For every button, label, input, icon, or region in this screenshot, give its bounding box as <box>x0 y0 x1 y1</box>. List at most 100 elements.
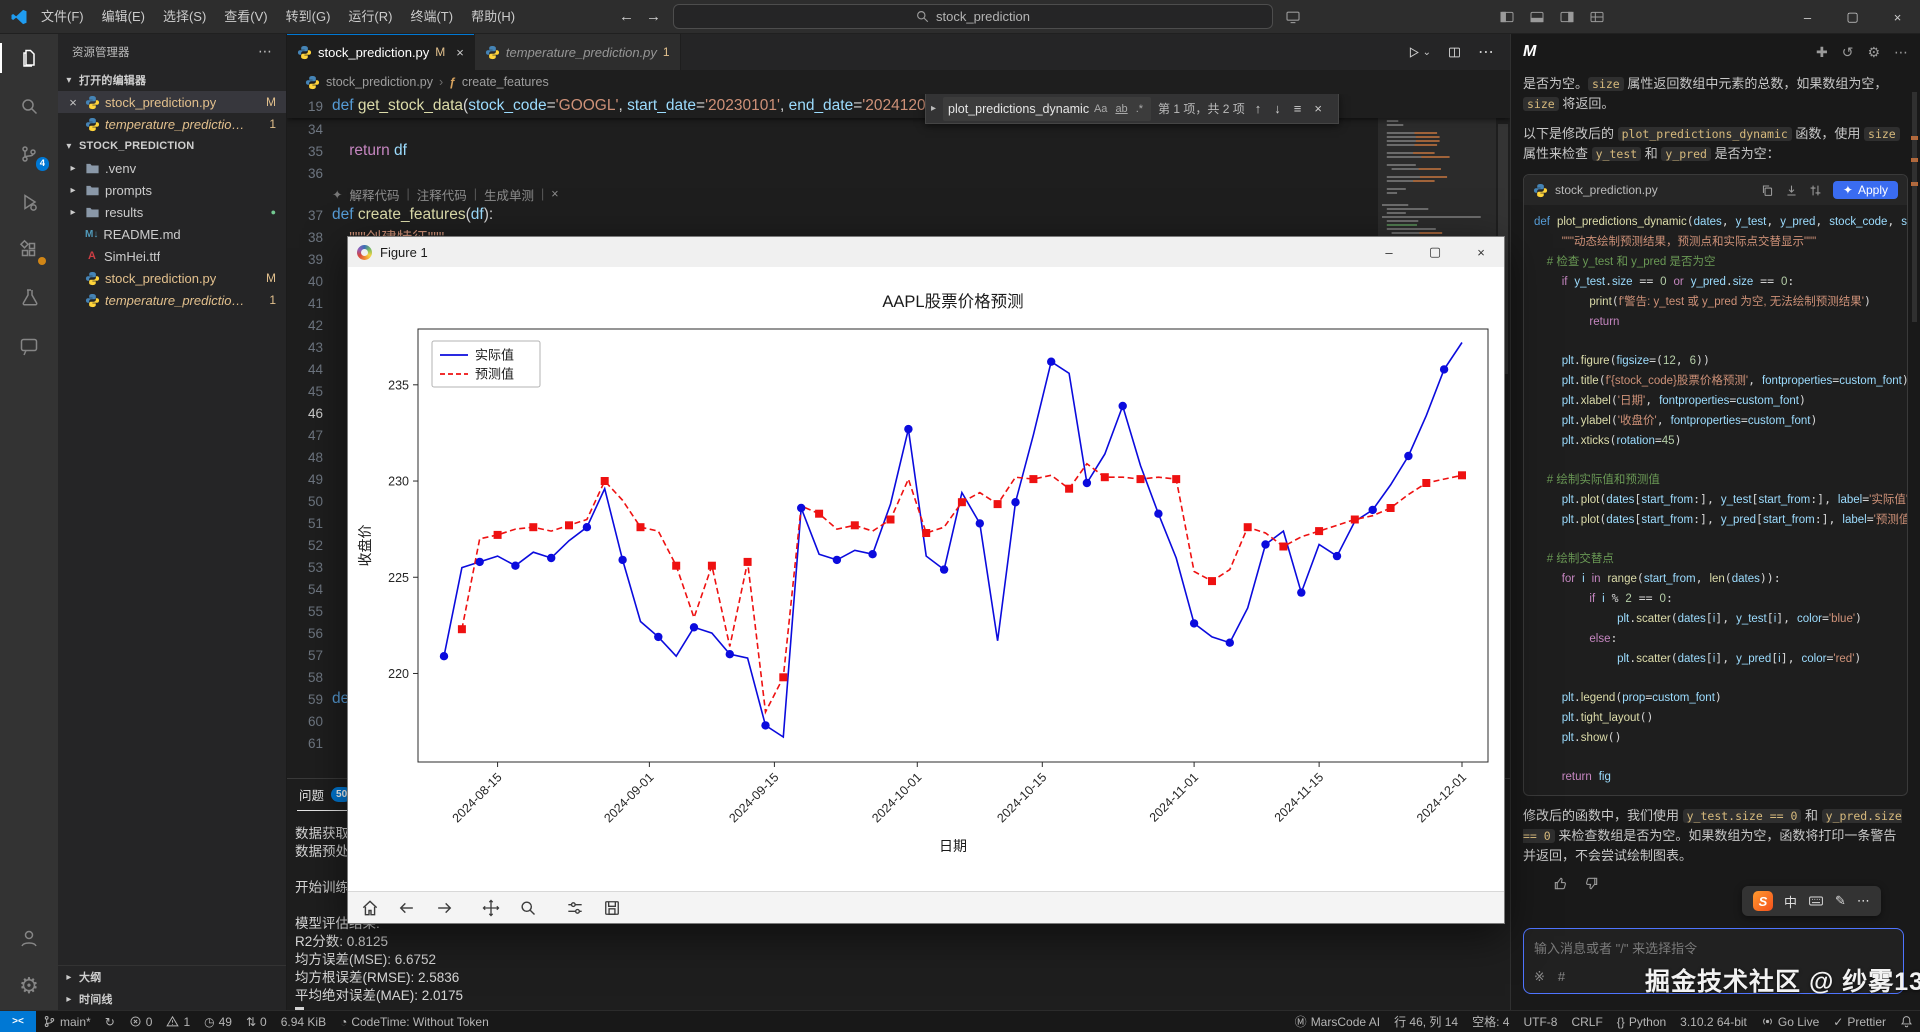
save-icon[interactable] <box>602 898 622 918</box>
forward-icon[interactable] <box>434 898 454 918</box>
back-icon[interactable] <box>397 898 417 918</box>
toggle-panel-icon[interactable] <box>1529 9 1545 25</box>
find-next-icon[interactable]: ↓ <box>1271 101 1284 116</box>
status-ports[interactable]: ⇅0 <box>239 1011 274 1032</box>
status-warnings[interactable]: 1 <box>159 1011 197 1032</box>
sidebar-item-search[interactable] <box>0 82 58 130</box>
sidebar-item-run-debug[interactable] <box>0 178 58 226</box>
account-button[interactable] <box>0 914 58 962</box>
toggle-secondary-sidebar-icon[interactable] <box>1559 9 1575 25</box>
toggle-replace-icon[interactable]: ▸ <box>931 103 936 114</box>
status-git-sync[interactable]: ↻ <box>98 1011 122 1032</box>
figure-minimize-icon[interactable]: – <box>1366 237 1412 267</box>
menu-文件[interactable]: 文件(F) <box>32 0 93 34</box>
sidebar-item-extensions[interactable] <box>0 226 58 274</box>
apply-button[interactable]: ✦Apply <box>1833 181 1898 199</box>
code-line[interactable]: 37def create_features(df): <box>287 204 1510 226</box>
code-line[interactable]: 35 return df <box>287 140 1510 162</box>
tree-item-README.md[interactable]: M↓README.md <box>58 223 286 245</box>
panel-tab-problems[interactable]: 问题 50 <box>297 779 354 811</box>
keyboard-icon[interactable] <box>1808 893 1824 909</box>
status-python-interpreter[interactable]: 3.10.2 64-bit <box>1673 1011 1754 1032</box>
command-center-search[interactable]: stock_prediction <box>673 4 1273 29</box>
whole-word-icon[interactable]: ab <box>1112 103 1130 115</box>
tree-item-.venv[interactable]: ▸.venv <box>58 157 286 179</box>
new-chat-icon[interactable]: ✚ <box>1816 44 1828 61</box>
tab-stock_prediction.py[interactable]: stock_prediction.pyM× <box>287 34 475 70</box>
ime-lang-chinese[interactable]: 中 <box>1784 892 1797 911</box>
home-icon[interactable] <box>360 898 380 918</box>
status-cursor-position[interactable]: 行 46, 列 14 <box>1387 1011 1465 1032</box>
sidebar-section-时间线[interactable]: ▸时间线 <box>58 988 286 1010</box>
editor-more-icon[interactable]: ⋯ <box>1478 42 1494 62</box>
tree-item-stock_prediction.py[interactable]: stock_prediction.pyM <box>58 267 286 289</box>
history-icon[interactable]: ↺ <box>1842 44 1854 61</box>
chart[interactable]: AAPL股票价格预测2202252302352024-08-152024-09-… <box>348 267 1504 891</box>
find-close-icon[interactable]: × <box>1311 101 1325 116</box>
menu-运行[interactable]: 运行(R) <box>339 0 401 34</box>
figure-canvas[interactable]: AAPL股票价格预测2202252302352024-08-152024-09-… <box>348 267 1504 891</box>
pan-icon[interactable] <box>481 898 501 918</box>
skill-icon[interactable]: ※ <box>1534 969 1545 985</box>
thumbs-up-icon[interactable] <box>1553 876 1568 891</box>
context-icon[interactable]: # <box>1558 969 1565 985</box>
tree-item-prompts[interactable]: ▸prompts <box>58 179 286 201</box>
sidebar-item-source-control[interactable]: 4 <box>0 130 58 178</box>
regex-icon[interactable]: .* <box>1133 103 1146 115</box>
ime-more-icon[interactable]: ⋯ <box>1857 893 1870 909</box>
status-remote-indicator[interactable]: >< <box>0 1011 36 1032</box>
find-input[interactable]: plot_predictions_dynamic Aa ab .* <box>943 97 1151 121</box>
tree-item-temperature_prediction.py[interactable]: temperature_prediction.py1 <box>58 289 286 311</box>
figure-close-icon[interactable]: × <box>1458 237 1504 267</box>
close-icon[interactable]: × <box>456 45 464 60</box>
codelens-close-icon[interactable]: × <box>551 187 558 201</box>
diff-icon[interactable] <box>1809 184 1822 197</box>
breadcrumb-file[interactable]: stock_prediction.py <box>326 75 433 89</box>
tree-item-results[interactable]: ▸results● <box>58 201 286 223</box>
toggle-sidebar-icon[interactable] <box>1499 9 1515 25</box>
remote-window-icon[interactable] <box>1285 9 1301 25</box>
codelens-link[interactable]: 注释代码 <box>417 185 467 204</box>
status-git-branch[interactable]: main* <box>36 1011 98 1032</box>
figure-titlebar[interactable]: Figure 1 – ▢ × <box>348 237 1504 267</box>
thumbs-down-icon[interactable] <box>1584 876 1599 891</box>
tab-temperature_prediction.py[interactable]: temperature_prediction.py1 <box>475 34 681 70</box>
status-go-live[interactable]: Go Live <box>1754 1011 1826 1032</box>
history-forward-icon[interactable]: → <box>646 8 661 25</box>
breadcrumb-symbol[interactable]: create_features <box>462 75 549 89</box>
find-prev-icon[interactable]: ↑ <box>1252 101 1265 116</box>
more-actions-icon[interactable]: ⋯ <box>258 43 272 60</box>
status-errors[interactable]: 0 <box>122 1011 160 1032</box>
run-button[interactable]: ⌄ <box>1406 45 1431 60</box>
status-time-counter[interactable]: ◷49 <box>197 1011 239 1032</box>
find-in-selection-icon[interactable]: ≡ <box>1291 101 1305 116</box>
open-editors-header[interactable]: ▾ 打开的编辑器 <box>58 69 286 91</box>
figure-maximize-icon[interactable]: ▢ <box>1412 237 1458 267</box>
open-editor-item[interactable]: ×stock_prediction.pyM <box>58 91 286 113</box>
insert-icon[interactable] <box>1785 184 1798 197</box>
pen-icon[interactable]: ✎ <box>1835 893 1846 909</box>
menu-查看[interactable]: 查看(V) <box>215 0 276 34</box>
tree-item-SimHei.ttf[interactable]: ASimHei.ttf <box>58 245 286 267</box>
sidebar-item-marscode[interactable] <box>0 322 58 370</box>
breadcrumb[interactable]: stock_prediction.py › ƒ create_features <box>287 70 1510 94</box>
status-marscode-ai[interactable]: ⓂMarsCode AI <box>1288 1011 1387 1032</box>
status-language-mode[interactable]: {}Python <box>1610 1011 1673 1032</box>
assistant-code[interactable]: def plot_predictions_dynamic(dates, y_te… <box>1524 205 1907 795</box>
subplots-icon[interactable] <box>565 898 585 918</box>
code-line[interactable]: 36 <box>287 162 1510 184</box>
close-icon[interactable]: × <box>66 95 80 110</box>
more-icon[interactable]: ⋯ <box>1894 44 1908 61</box>
sogou-logo[interactable]: S <box>1753 891 1773 911</box>
status-codetime[interactable]: ◔CodeTime: Without Token <box>333 1011 496 1032</box>
status-encoding[interactable]: UTF-8 <box>1516 1011 1564 1032</box>
customize-layout-icon[interactable] <box>1589 9 1605 25</box>
minimize-icon[interactable]: – <box>1785 0 1830 34</box>
menu-选择[interactable]: 选择(S) <box>154 0 215 34</box>
menu-终端[interactable]: 终端(T) <box>401 0 462 34</box>
menu-帮助[interactable]: 帮助(H) <box>462 0 524 34</box>
settings-gear-icon[interactable]: ⚙ <box>1867 44 1880 61</box>
zoom-icon[interactable] <box>518 898 538 918</box>
status-prettier[interactable]: ✓Prettier <box>1826 1011 1893 1032</box>
menu-编辑[interactable]: 编辑(E) <box>93 0 154 34</box>
